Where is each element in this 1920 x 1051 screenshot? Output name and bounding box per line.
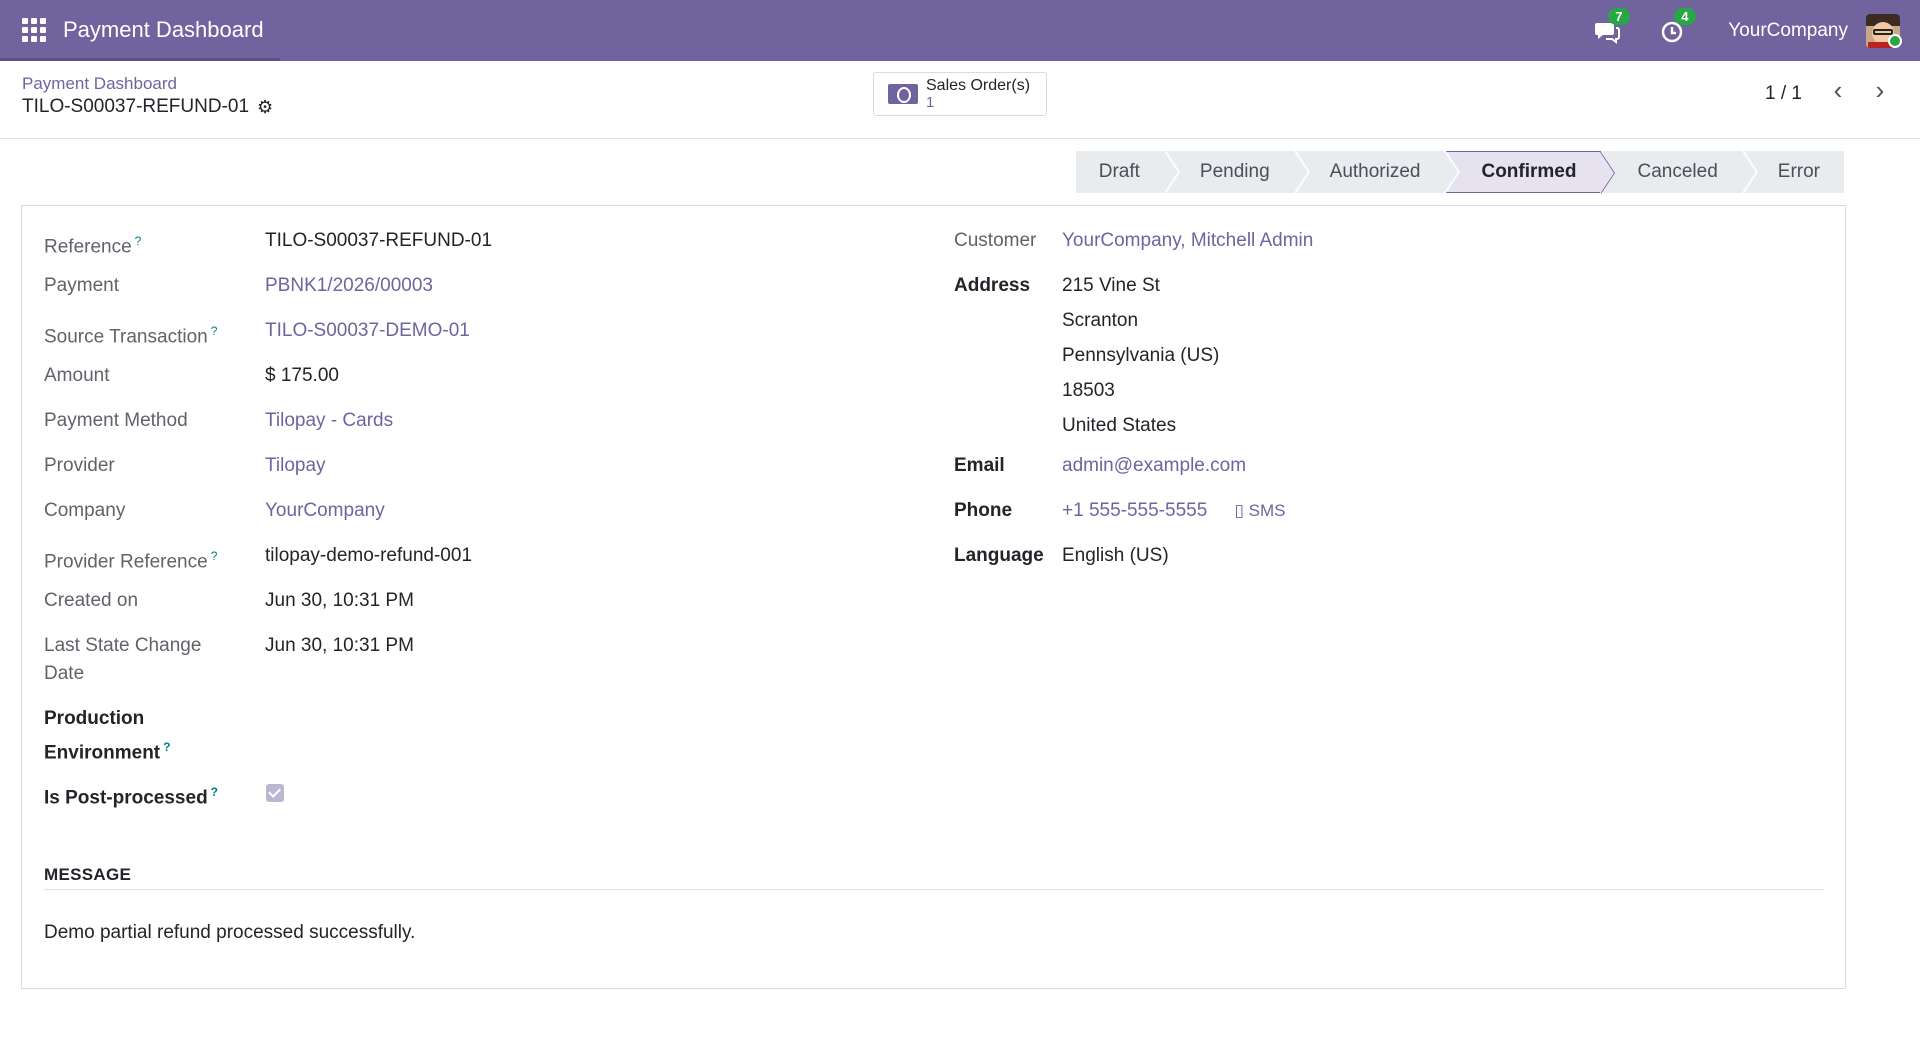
status-stage-pending[interactable]: Pending [1165, 151, 1310, 193]
source-transaction-label: Source Transaction? [44, 324, 218, 348]
status-bar: Draft Pending Authorized Confirmed Canceled E… [1075, 151, 1846, 194]
help-icon[interactable]: ? [135, 234, 142, 248]
navbar-right: 7 4 YourCompany [1594, 0, 1920, 61]
top-navbar: Payment Dashboard 7 4 YourCompany [0, 0, 1920, 61]
customer-link[interactable]: YourCompany, Mitchell Admin [1062, 227, 1313, 255]
status-stage-canceled[interactable]: Canceled [1603, 151, 1759, 193]
payment-method-label: Payment Method [44, 410, 188, 431]
provider-label: Provider [44, 455, 115, 476]
section-divider [44, 889, 1824, 890]
money-icon [888, 84, 918, 104]
source-transaction-link[interactable]: TILO-S00037-DEMO-01 [265, 317, 470, 345]
address-line: Pennsylvania (US) [1062, 345, 1220, 366]
address-line: 215 Vine St [1062, 275, 1160, 296]
status-stage-error[interactable]: Error [1743, 151, 1844, 193]
provider-link[interactable]: Tilopay [265, 452, 326, 480]
record-title: TILO-S00037-REFUND-01 [22, 96, 250, 117]
app-title[interactable]: Payment Dashboard [63, 17, 264, 43]
email-link[interactable]: admin@example.com [1062, 452, 1246, 480]
activities-badge: 4 [1674, 7, 1696, 25]
control-panel: Payment Dashboard TILO-S00037-REFUND-01 … [0, 61, 1920, 139]
messages-button[interactable]: 7 [1594, 7, 1630, 46]
online-status-dot [1888, 34, 1902, 48]
help-icon[interactable]: ? [211, 549, 218, 563]
chevron-right-icon[interactable]: › [1868, 77, 1892, 103]
message-text: Demo partial refund processed successful… [44, 922, 416, 943]
status-stage-confirmed[interactable]: Confirmed [1446, 151, 1616, 194]
sales-orders-button[interactable]: Sales Order(s) 1 [873, 72, 1047, 116]
reference-value: TILO-S00037-REFUND-01 [265, 230, 493, 251]
post-processed-checkbox[interactable] [266, 784, 284, 802]
mobile-icon: ▯ [1234, 501, 1244, 520]
customer-label: Customer [954, 230, 1037, 251]
help-icon[interactable]: ? [211, 324, 218, 338]
language-value: English (US) [1062, 545, 1169, 566]
payment-link[interactable]: PBNK1/2026/00003 [265, 272, 433, 300]
message-section-title: MESSAGE [44, 865, 132, 884]
created-on-label: Created on [44, 590, 139, 611]
smart-button-label: Sales Order(s) [926, 77, 1031, 94]
help-icon[interactable]: ? [163, 740, 170, 754]
address-label: Address [954, 275, 1031, 296]
production-environment-label: Production Environment? [44, 708, 171, 764]
post-processed-label: Is Post-processed? [44, 785, 219, 809]
pager-value[interactable]: 1 / 1 [1765, 83, 1802, 105]
email-label: Email [954, 455, 1005, 476]
address-block: 215 Vine St Scranton Pennsylvania (US) 1… [1062, 268, 1219, 443]
payment-method-link[interactable]: Tilopay - Cards [265, 407, 393, 435]
phone-label: Phone [954, 500, 1013, 521]
address-line: 18503 [1062, 380, 1115, 401]
amount-value: $ 175.00 [265, 365, 339, 386]
company-link[interactable]: YourCompany [265, 497, 385, 525]
phone-row: +1 555-555-5555 ▯ SMS [1062, 497, 1285, 525]
gear-icon[interactable]: ⚙ [257, 97, 273, 118]
reference-label: Reference? [44, 234, 142, 258]
last-state-change-label: Last State Change Date [44, 635, 202, 684]
help-icon[interactable]: ? [211, 785, 218, 799]
company-label: Company [44, 500, 126, 521]
last-state-change-value: Jun 30, 10:31 PM [265, 635, 414, 656]
form-sheet: Reference? TILO-S00037-REFUND-01 Payment… [21, 205, 1846, 989]
language-label: Language [954, 545, 1044, 566]
company-switcher[interactable]: YourCompany [1728, 20, 1848, 42]
address-line: United States [1062, 415, 1177, 436]
chevron-left-icon[interactable]: ‹ [1826, 77, 1850, 103]
provider-reference-value: tilopay-demo-refund-001 [265, 545, 473, 566]
created-on-value: Jun 30, 10:31 PM [265, 590, 414, 611]
sms-button[interactable]: ▯ SMS [1235, 501, 1286, 520]
messages-badge: 7 [1608, 7, 1630, 25]
phone-link[interactable]: +1 555-555-5555 [1062, 500, 1207, 521]
status-stage-draft[interactable]: Draft [1075, 151, 1181, 193]
activities-button[interactable]: 4 [1660, 7, 1696, 46]
breadcrumb[interactable]: Payment Dashboard [22, 74, 177, 94]
provider-reference-label: Provider Reference? [44, 549, 218, 573]
payment-label: Payment [44, 275, 119, 296]
amount-label: Amount [44, 365, 110, 386]
address-line: Scranton [1062, 310, 1139, 331]
smart-button-value: 1 [926, 94, 935, 111]
record-title-row: TILO-S00037-REFUND-01 ⚙ [22, 96, 273, 118]
status-stage-authorized[interactable]: Authorized [1295, 151, 1461, 193]
apps-menu-icon[interactable] [22, 18, 48, 44]
